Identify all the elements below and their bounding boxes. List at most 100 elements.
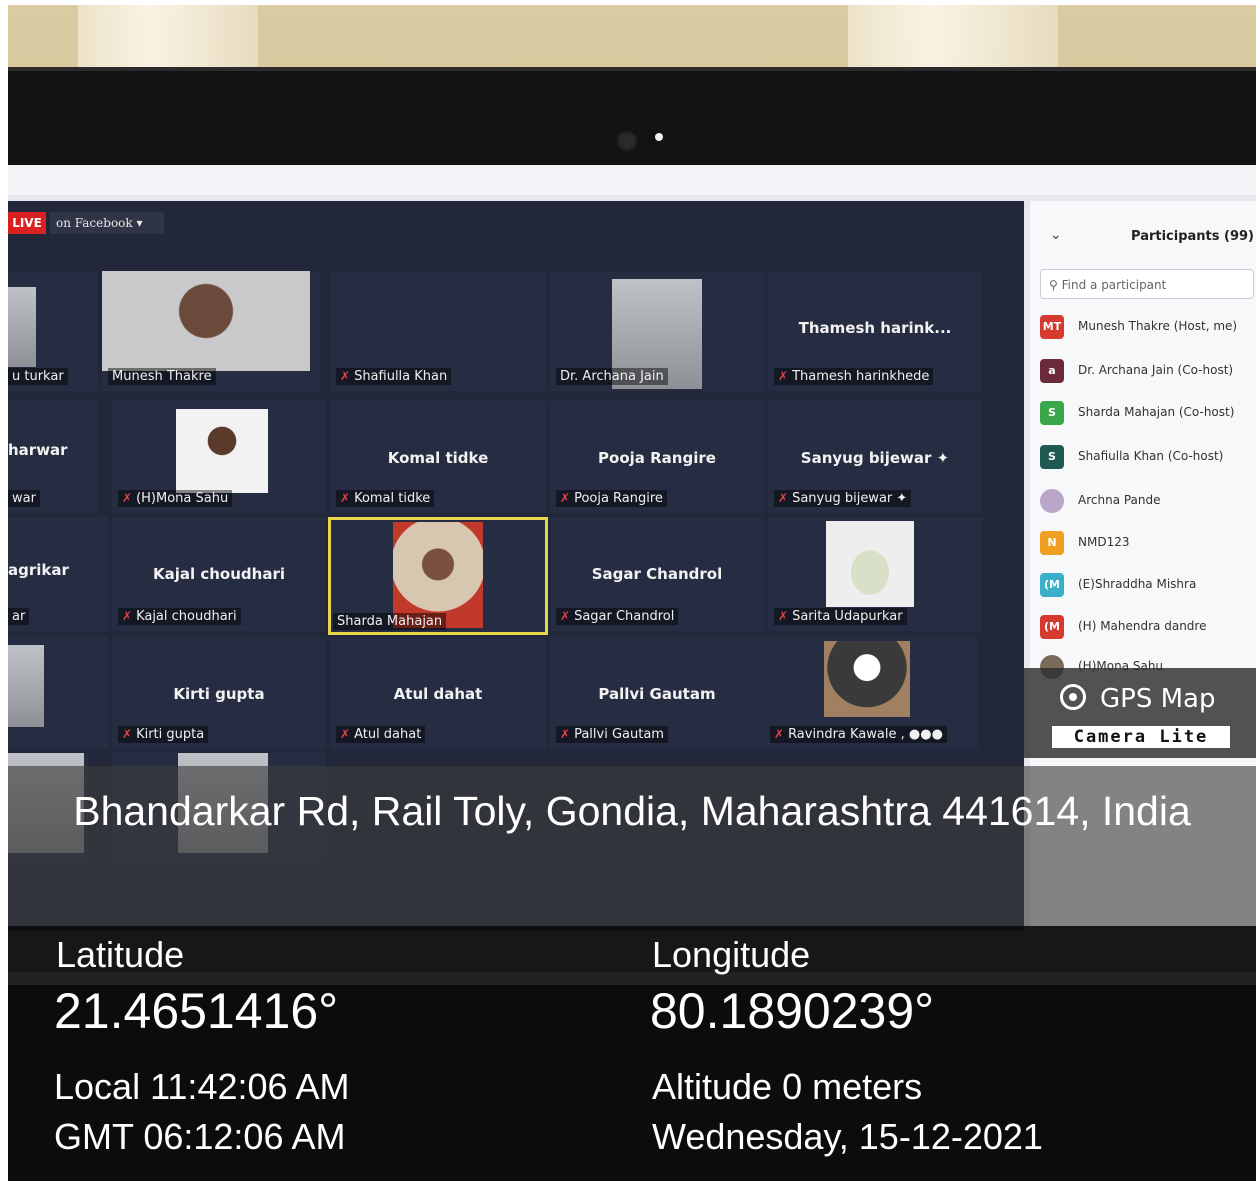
- tile-label: ✗ Thamesh harinkhede: [774, 368, 934, 385]
- mic-muted-icon: ✗: [560, 609, 571, 623]
- altitude: Altitude 0 meters: [652, 1066, 923, 1107]
- participant-row[interactable]: MT Munesh Thakre (Host, me): [1040, 313, 1256, 343]
- chevron-down-icon[interactable]: ⌄: [1050, 227, 1062, 243]
- participant-row[interactable]: S Shafiulla Khan (Co-host): [1040, 443, 1256, 473]
- tile-label-text: Sanyug bijewar: [792, 491, 893, 506]
- participant-row[interactable]: (M (E)Shraddha Mishra: [1040, 571, 1256, 601]
- tile-label: ✗ Atul dahat: [336, 726, 426, 743]
- webcam-led-icon: [655, 133, 663, 141]
- tile-label: ✗ Pallvi Gautam: [556, 726, 668, 743]
- participant-video: [826, 521, 914, 607]
- tile-label-text: Kirti gupta: [136, 727, 205, 742]
- latitude-label: Latitude: [56, 934, 185, 975]
- live-badge[interactable]: LIVE: [8, 212, 46, 234]
- video-tile[interactable]: Sagar Chandrol ✗ Sagar Chandrol: [550, 517, 764, 631]
- tile-label-text: Sagar Chandrol: [574, 609, 675, 624]
- facebook-label: on Facebook: [56, 216, 133, 230]
- video-tile[interactable]: Atul dahat ✗ Atul dahat: [330, 637, 546, 749]
- tile-name-text: Sanyug bijewar: [800, 449, 932, 467]
- address-text: Bhandarkar Rd, Rail Toly, Gondia, Mahara…: [73, 788, 1191, 834]
- video-tile[interactable]: Sanyug bijewar ✦ ✗ Sanyug bijewar ✦: [768, 401, 982, 513]
- tile-name: Atul dahat: [393, 685, 483, 703]
- mic-muted-icon: ✗: [122, 727, 133, 741]
- avatar: N: [1040, 531, 1064, 555]
- participant-name: Archna Pande: [1078, 493, 1161, 507]
- tile-label-text: Sarita Udapurkar: [792, 609, 903, 624]
- tile-name: Komal tidke: [387, 449, 489, 467]
- participant-video: [8, 645, 44, 727]
- video-tile[interactable]: ✗ Ravindra Kawale , ●●●: [764, 637, 978, 749]
- avatar: S: [1040, 401, 1064, 425]
- location-info-band: Latitude 21.4651416° Local 11:42:06 AM G…: [8, 926, 1256, 1181]
- tile-label: u turkar: [8, 368, 68, 385]
- video-tile[interactable]: ✗ Shafiulla Khan: [330, 271, 546, 391]
- video-tile[interactable]: ✗ Sarita Udapurkar: [768, 517, 982, 631]
- participant-row[interactable]: S Sharda Mahajan (Co-host): [1040, 399, 1256, 429]
- avatar: S: [1040, 445, 1064, 469]
- participant-row[interactable]: a Dr. Archana Jain (Co-host): [1040, 357, 1256, 387]
- tile-label-text: Komal tidke: [354, 491, 431, 506]
- video-tile[interactable]: harwar war: [8, 401, 98, 513]
- video-tile[interactable]: u turkar: [8, 271, 98, 391]
- tile-label: ✗ Sagar Chandrol: [556, 608, 679, 625]
- participant-row[interactable]: Archna Pande: [1040, 487, 1256, 517]
- camera-icon: [1060, 684, 1086, 710]
- video-tile[interactable]: ✗ (H)Mona Sahu: [112, 401, 326, 513]
- participant-row[interactable]: N NMD123: [1040, 529, 1256, 559]
- participants-title: Participants (99): [1131, 229, 1254, 244]
- avatar: [1040, 489, 1064, 513]
- gps-logo-subtitle: Camera Lite: [1052, 726, 1230, 748]
- participant-name: (E)Shraddha Mishra: [1078, 577, 1197, 591]
- tile-name: Kirti gupta: [173, 685, 265, 703]
- video-tile[interactable]: Kirti gupta ✗ Kirti gupta: [112, 637, 326, 749]
- video-tile[interactable]: Komal tidke ✗ Komal tidke: [330, 401, 546, 513]
- date: Wednesday, 15-12-2021: [652, 1116, 1043, 1157]
- tile-name: Pallvi Gautam: [598, 685, 716, 703]
- zoom-top-strip: [8, 165, 1256, 195]
- tile-label: ✗ Kirti gupta: [118, 726, 209, 743]
- search-placeholder: Find a participant: [1061, 278, 1167, 292]
- tile-label: Dr. Archana Jain: [556, 368, 668, 385]
- tile-name: agrikar: [8, 561, 69, 579]
- tile-label-text: Kajal choudhari: [136, 609, 237, 624]
- video-tile[interactable]: Dr. Archana Jain: [550, 271, 764, 391]
- tile-label: ✗ Shafiulla Khan: [336, 368, 452, 385]
- sparkle-icon: ✦: [896, 491, 908, 506]
- mic-muted-icon: ✗: [774, 727, 785, 741]
- avatar: a: [1040, 359, 1064, 383]
- video-tile[interactable]: Thamesh harink... ✗ Thamesh harinkhede: [768, 271, 982, 391]
- video-tile[interactable]: Pallvi Gautam ✗ Pallvi Gautam: [550, 637, 764, 749]
- participant-video: [824, 641, 910, 717]
- avatar: (M: [1040, 573, 1064, 597]
- tile-name: Thamesh harink...: [798, 319, 952, 337]
- participant-name: Dr. Archana Jain (Co-host): [1078, 363, 1234, 377]
- video-tile[interactable]: agrikar ar: [8, 517, 108, 631]
- participant-row[interactable]: (M (H) Mahendra dandre: [1040, 613, 1256, 643]
- tile-name: harwar: [8, 441, 68, 459]
- window-reflection: [78, 5, 258, 75]
- tile-name: Sanyug bijewar ✦: [768, 449, 982, 467]
- video-tile[interactable]: [8, 637, 108, 749]
- mic-muted-icon: ✗: [122, 609, 133, 623]
- address-band: Bhandarkar Rd, Rail Toly, Gondia, Mahara…: [8, 766, 1256, 926]
- tile-label-text: Ravindra Kawale ,: [788, 727, 905, 742]
- longitude-label: Longitude: [652, 934, 811, 975]
- mic-muted-icon: ✗: [340, 491, 351, 505]
- video-tile[interactable]: Munesh Thakre: [102, 271, 320, 391]
- video-tile[interactable]: Kajal choudhari ✗ Kajal choudhari: [112, 517, 326, 631]
- participant-video: [8, 287, 36, 367]
- search-icon: ⚲: [1049, 278, 1058, 292]
- video-tile[interactable]: Pooja Rangire ✗ Pooja Rangire: [550, 401, 764, 513]
- tile-label: ✗ Kajal choudhari: [118, 608, 241, 625]
- mic-muted-icon: ✗: [778, 491, 789, 505]
- mic-muted-icon: ✗: [778, 609, 789, 623]
- mic-muted-icon: ✗: [340, 727, 351, 741]
- find-participant-input[interactable]: ⚲ Find a participant: [1040, 269, 1254, 299]
- participant-name: Shafiulla Khan (Co-host): [1078, 449, 1224, 463]
- tile-name: Kajal choudhari: [152, 565, 285, 583]
- live-on-facebook-menu[interactable]: on Facebook ▾: [50, 212, 164, 234]
- mic-muted-icon: ✗: [122, 491, 133, 505]
- participant-name: Munesh Thakre (Host, me): [1078, 319, 1238, 333]
- window-reflection: [848, 5, 1058, 75]
- active-speaker-tile[interactable]: Sharda Mahajan: [328, 517, 548, 635]
